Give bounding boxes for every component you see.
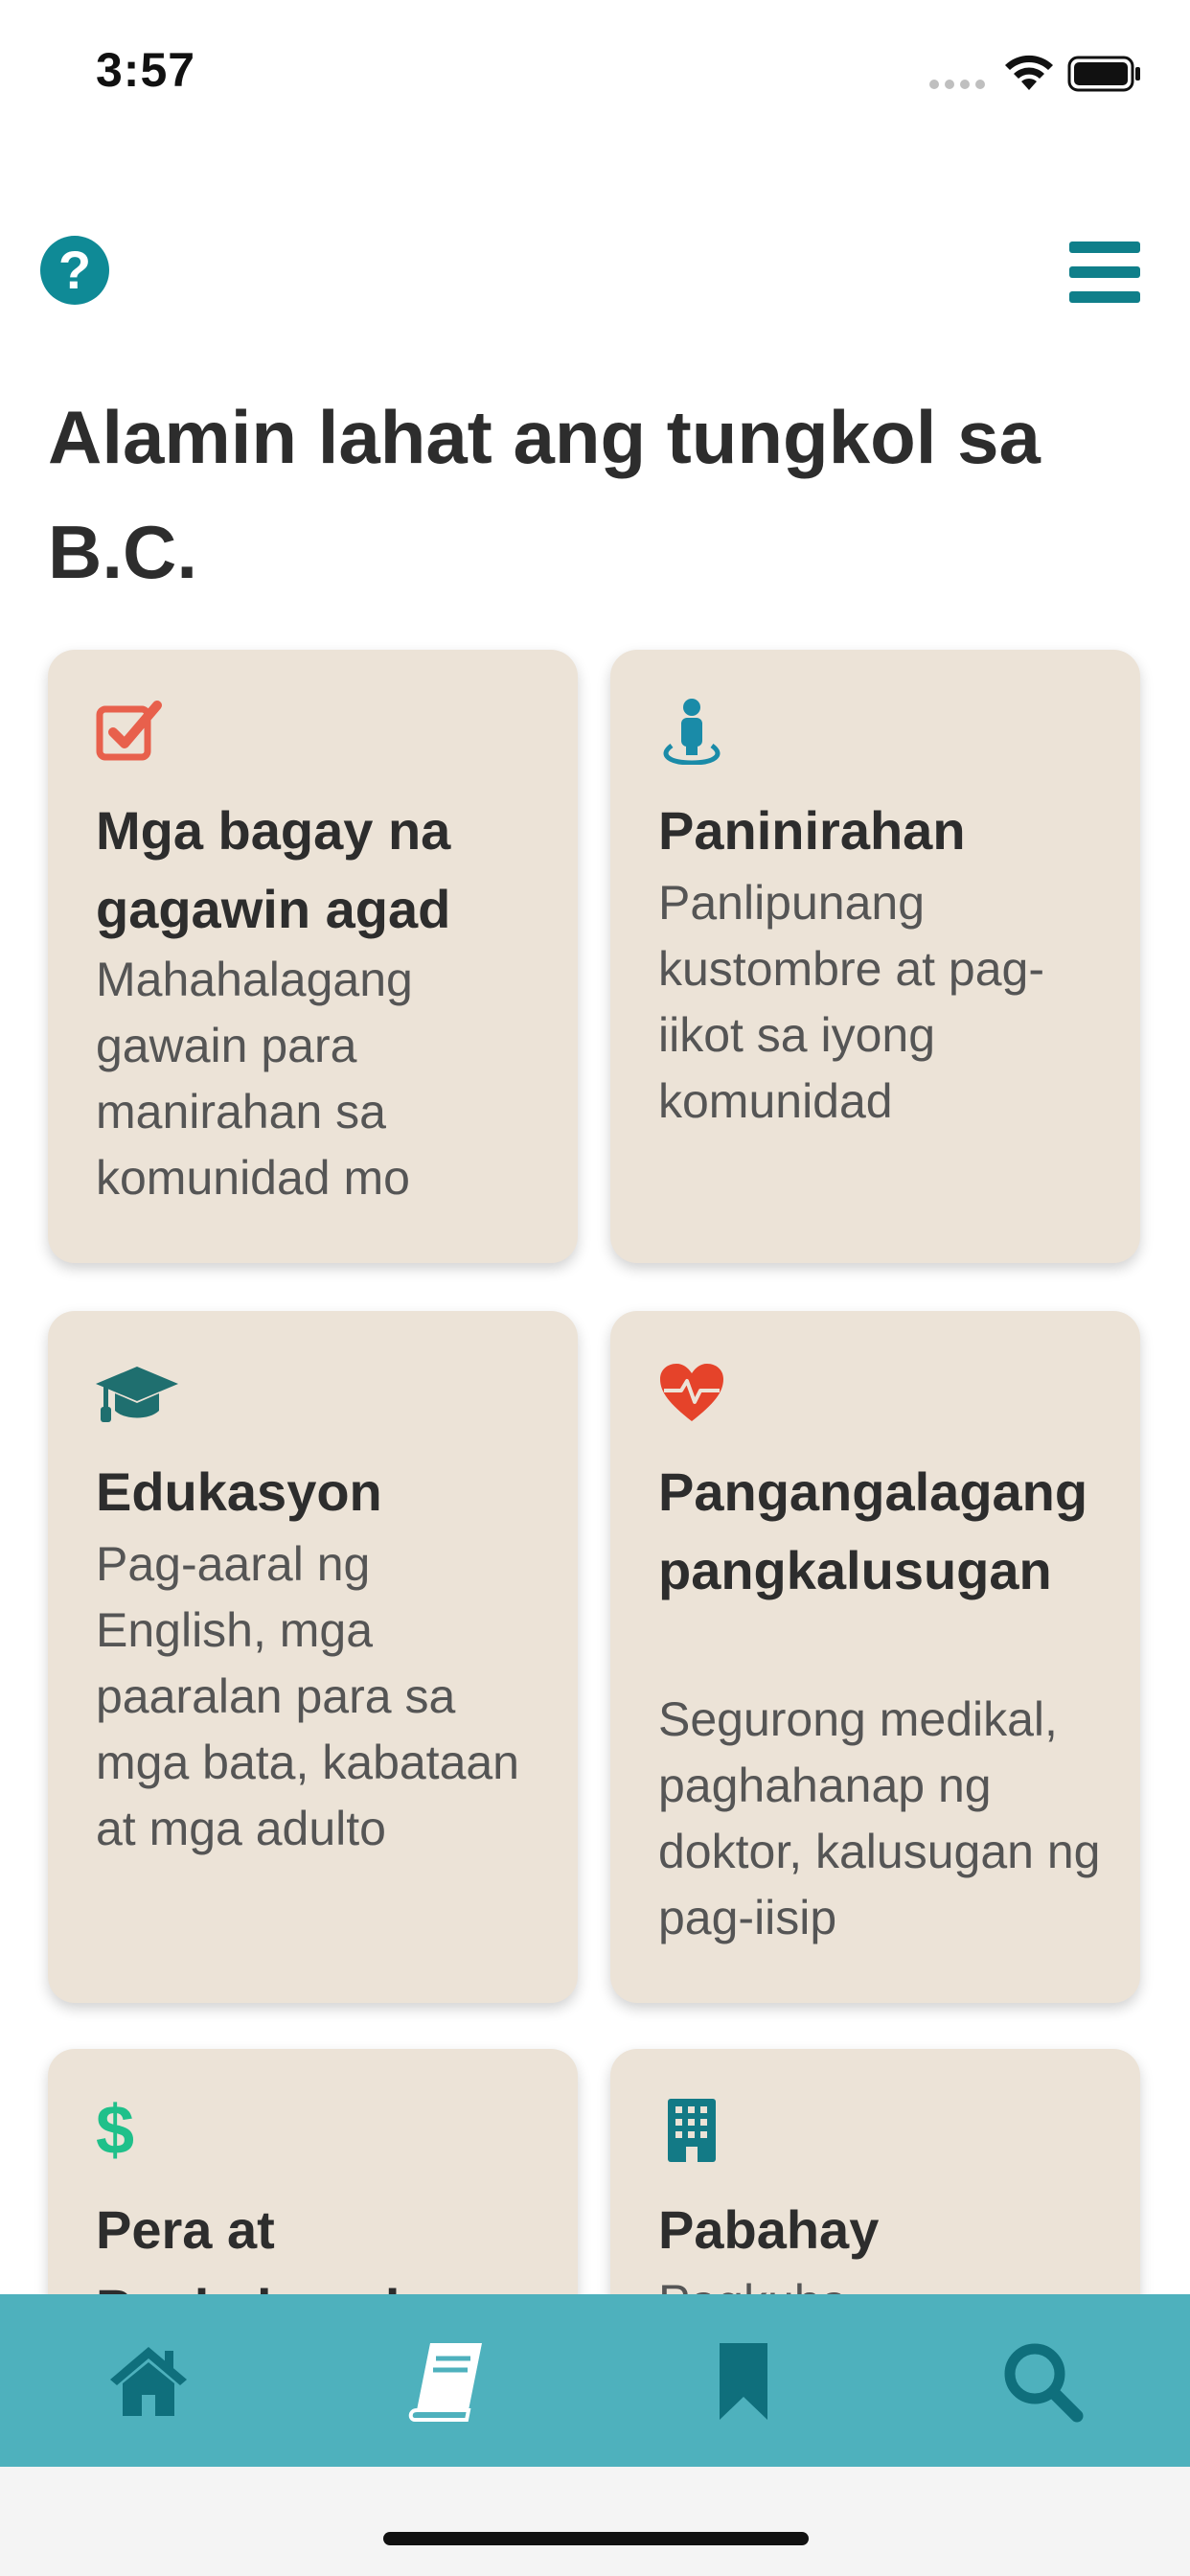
card-healthcare[interactable]: Pangangalagang pangkalusugan Segurong me… [610,1311,1140,2003]
card-education[interactable]: Edukasyon Pag-aaral ng English, mga paar… [48,1311,578,2003]
hamburger-line [1069,266,1140,278]
book-icon [408,2343,482,2422]
checkbox-icon [96,698,163,765]
menu-button[interactable] [1069,242,1140,303]
card-description: Mahahalagang gawain para manirahan sa ko… [96,953,413,1205]
card-title: Edukasyon [96,1461,382,1522]
question-circle-icon: ? [57,240,92,300]
card-things-to-do[interactable]: Mga bagay na gagawin agad Mahahalagang g… [48,650,578,1263]
tab-search[interactable] [893,2294,1190,2467]
wifi-icon [1005,55,1053,90]
card-title: Paninirahan [658,800,966,861]
tab-guide[interactable] [298,2294,596,2467]
graduation-cap-icon [96,1359,178,1426]
dollar-icon: $ [96,2092,135,2169]
home-indicator-area [0,2467,1190,2576]
card-title: Pangangalagang pangkalusugan [658,1461,1088,1600]
card-description: Segurong medikal, paghahanap ng doktor, … [658,1692,1101,1944]
status-bar: 3:57 [0,0,1190,144]
tab-bar [0,2294,1190,2467]
home-icon [110,2347,188,2416]
hamburger-line [1069,291,1140,303]
card-title: Pabahay [658,2199,880,2260]
tab-bookmarks[interactable] [595,2294,893,2467]
bookmark-icon [720,2343,768,2420]
card-description: Panlipunang kustombre at pag-iikot sa iy… [658,876,1044,1128]
hamburger-menu-icon [1069,242,1140,253]
card-title: Mga bagay na gagawin agad [96,800,451,939]
heartbeat-icon [658,1359,725,1426]
page-title: Alamin lahat ang tungkol sa B.C. [48,395,1041,594]
help-button[interactable]: ? [40,236,109,305]
home-indicator[interactable] [383,2532,809,2545]
battery-icon [1067,56,1140,92]
building-icon [658,2097,725,2164]
search-icon [1004,2343,1084,2423]
person-location-icon [658,698,725,766]
card-settling-in[interactable]: Paninirahan Panlipunang kustombre at pag… [610,650,1140,1263]
cellular-signal-icon [929,77,991,94]
tab-home[interactable] [0,2294,298,2467]
status-time: 3:57 [96,43,196,97]
card-description: Pag-aaral ng English, mga paaralan para … [96,1537,519,1855]
